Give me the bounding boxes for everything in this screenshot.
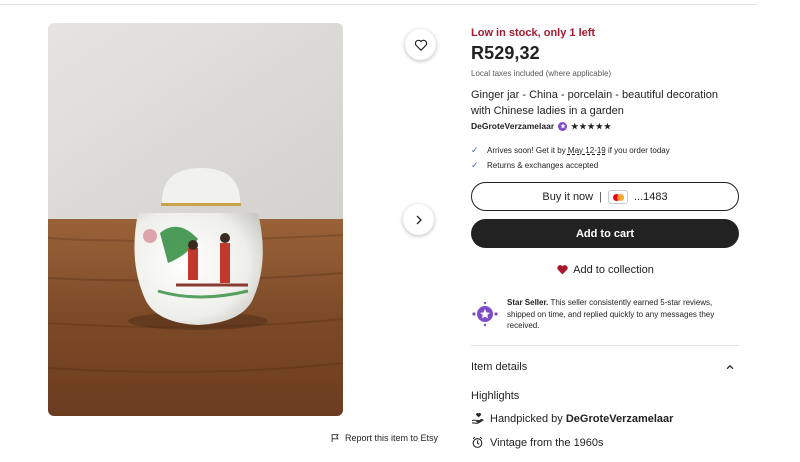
star-seller-badge-icon (558, 121, 568, 131)
item-details-toggle[interactable]: Item details (471, 361, 739, 373)
arrives-suffix: if you order today (605, 146, 670, 155)
taxes-note: Local taxes included (where applicable) (471, 69, 612, 78)
arrival-perk: ✓ Arrives soon! Get it by May 12-19 if y… (471, 145, 670, 156)
hand-heart-icon (471, 413, 484, 424)
favorite-button[interactable] (405, 29, 436, 60)
stock-status: Low in stock, only 1 left (471, 27, 596, 39)
buy-now-label: Buy it now (542, 190, 594, 203)
add-to-collection-button[interactable]: Add to collection (471, 263, 739, 276)
chevron-up-icon (726, 364, 734, 370)
ginger-jar-photo (48, 23, 343, 416)
seller-name-link[interactable]: DeGroteVerzamelaar (471, 121, 554, 131)
heart-outline-icon (414, 39, 427, 51)
vintage-text: Vintage from the 1960s (490, 436, 604, 449)
star-seller-label: Star Seller. (507, 298, 549, 307)
top-divider (0, 4, 757, 5)
seller-row: DeGroteVerzamelaar ★★★★★ (471, 121, 612, 131)
rating-stars[interactable]: ★★★★★ (571, 122, 612, 131)
vintage-highlight: Vintage from the 1960s (471, 436, 604, 449)
check-icon: ✓ (471, 145, 479, 155)
listing-title: Ginger jar - China - porcelain - beautif… (471, 89, 719, 117)
add-to-collection-label: Add to collection (573, 263, 654, 276)
returns-text: Returns & exchanges accepted (487, 161, 599, 170)
chevron-right-icon (416, 215, 422, 224)
heart-filled-icon (557, 265, 568, 275)
price: R529,32 (471, 43, 540, 63)
separator: | (599, 190, 602, 203)
handpicked-prefix: Handpicked by (490, 412, 566, 425)
product-image[interactable] (48, 23, 343, 416)
report-item-link[interactable]: Report this item to Etsy (330, 433, 438, 443)
arrival-dates[interactable]: May 12-19 (568, 146, 606, 155)
add-to-cart-button[interactable]: Add to cart (471, 219, 739, 248)
report-label: Report this item to Etsy (345, 433, 439, 443)
next-image-button[interactable] (403, 204, 434, 235)
item-details-heading: Item details (471, 361, 528, 373)
highlights-heading: Highlights (471, 390, 520, 402)
mastercard-icon (607, 189, 628, 204)
arrives-prefix: Arrives soon! Get it by (487, 146, 568, 155)
handpicked-highlight: Handpicked by DeGroteVerzamelaar (471, 412, 673, 425)
flag-icon (331, 434, 339, 443)
buy-it-now-button[interactable]: Buy it now | ...1483 (471, 182, 739, 211)
star-seller-icon (472, 301, 498, 327)
clock-icon (472, 436, 483, 448)
card-last-digits: ...1483 (633, 190, 668, 203)
returns-perk: ✓ Returns & exchanges accepted (471, 160, 598, 171)
handpicked-seller-link[interactable]: DeGroteVerzamelaar (566, 413, 674, 425)
check-icon: ✓ (471, 160, 479, 170)
star-seller-info: Star Seller. This seller consistently ea… (471, 297, 739, 332)
details-divider (471, 345, 739, 346)
